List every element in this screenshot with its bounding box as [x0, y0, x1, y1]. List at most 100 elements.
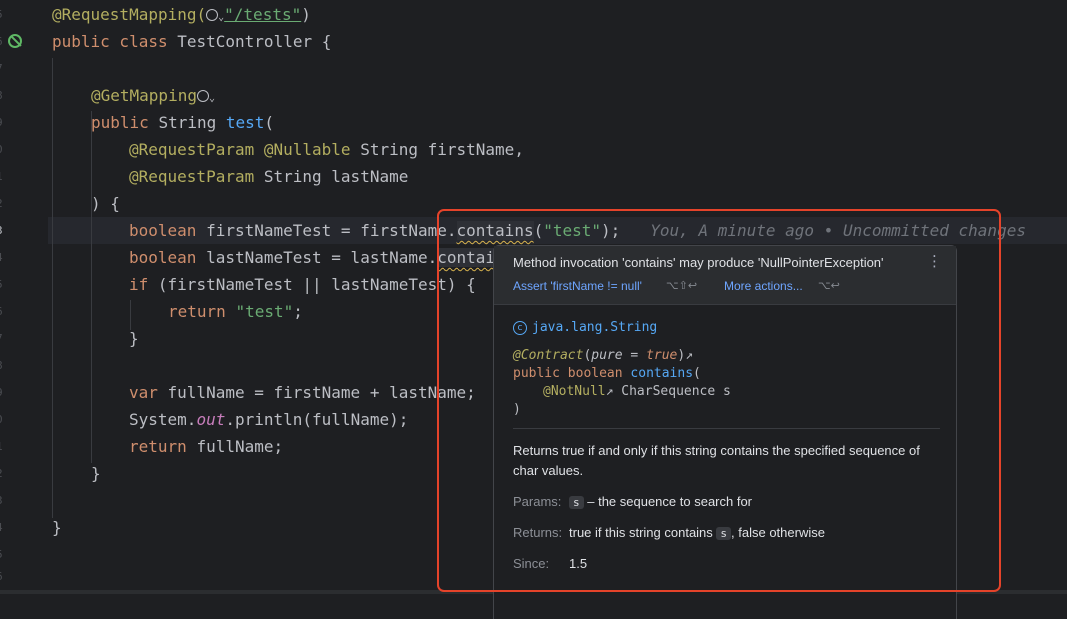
keyword-token: public [513, 366, 568, 381]
line-number: 5 [0, 1, 6, 28]
code-line[interactable]: @RequestParam @Nullable String firstName… [129, 136, 524, 163]
code-token: pure [591, 348, 623, 363]
code-line[interactable]: var fullName = firstName + lastName; [129, 379, 476, 406]
code-line[interactable]: System.out.println(fullName); [129, 406, 408, 433]
annotation-token[interactable]: @Contract [513, 348, 583, 363]
code-token: ( [264, 113, 275, 132]
code-token: ) { [91, 194, 120, 213]
divider [513, 428, 940, 429]
keyword-token: true [646, 348, 678, 363]
code-line[interactable]: return fullName; [129, 433, 283, 460]
code-line[interactable]: if (firstNameTest || lastNameTest) { [129, 271, 476, 298]
line-number: 9 [0, 379, 6, 406]
code-token: } [91, 464, 101, 483]
line-number: 0 [0, 136, 6, 163]
code-token: String lastName [263, 167, 409, 186]
method-name-token: test [225, 113, 265, 132]
code-line[interactable]: ) { [91, 190, 120, 217]
warning-highlight[interactable]: contains [456, 221, 534, 240]
code-token: (firstNameTest || lastNameTest) { [157, 275, 476, 294]
code-token: = [622, 348, 647, 363]
line-number: 3 [0, 487, 6, 514]
code-token: } [129, 329, 139, 348]
line-number-current: 3 [0, 217, 6, 244]
more-options-icon[interactable]: ⋮ [927, 252, 942, 270]
class-icon: c [513, 321, 527, 335]
code-line[interactable]: @GetMapping ⌄ [91, 82, 215, 109]
code-token: TestController { [177, 32, 332, 51]
keyword-token: var [129, 383, 168, 402]
params-text: – the sequence to search for [583, 494, 753, 509]
code-token: CharSequence s [613, 384, 731, 399]
returns-text: true if this string contains [569, 525, 717, 540]
code-token: ( [693, 366, 701, 381]
line-number: 2 [0, 460, 6, 487]
returns-label: Returns: [513, 525, 563, 540]
documentation-body: c java.lang.String @Contract(pure = true… [494, 305, 956, 619]
string-token: "test" [235, 302, 294, 321]
popup-header: Method invocation 'contains' may produce… [494, 246, 956, 305]
since-row: Since: 1.5 [513, 556, 587, 571]
signature-close: ) [513, 402, 521, 417]
code-line[interactable]: public class TestController { [52, 28, 331, 55]
code-token: String firstName, [360, 140, 524, 159]
code-token: lastNameTest = lastName. [206, 248, 438, 267]
code-line[interactable]: } [91, 460, 101, 487]
spring-bean-icon[interactable] [8, 34, 22, 48]
line-number: 8 [0, 82, 6, 109]
line-number: 6 [0, 28, 6, 55]
code-line[interactable]: @RequestParam String lastName [129, 163, 408, 190]
code-line-current[interactable]: boolean firstNameTest = firstName.contai… [129, 217, 1026, 244]
keyword-token: public class [52, 32, 178, 51]
line-number: 1 [0, 163, 6, 190]
code-token: System. [129, 410, 197, 429]
line-number: 4 [0, 244, 6, 271]
external-link-icon[interactable]: ↗ [685, 348, 693, 363]
keyword-token: boolean [129, 248, 207, 267]
url-link[interactable]: "/tests" [224, 5, 301, 24]
code-token: ) [301, 5, 311, 24]
class-name-link[interactable]: java.lang.String [532, 320, 657, 335]
keyword-token: public [91, 113, 159, 132]
line-number: 6 [0, 563, 6, 590]
line-number: 6 [0, 298, 6, 325]
signature-declaration: public boolean contains( [513, 366, 701, 381]
code-line[interactable]: } [129, 325, 139, 352]
warning-highlight[interactable]: contai [437, 248, 496, 267]
indent-guide [52, 58, 53, 518]
code-token: ); [601, 221, 621, 240]
annotation-token: @Nullable [263, 140, 361, 159]
signature-contract: @Contract(pure = true)↗ [513, 348, 693, 363]
code-token: ; [293, 302, 303, 321]
static-field-token: out [196, 410, 226, 429]
code-chip: s [716, 527, 732, 540]
globe-icon[interactable] [196, 90, 209, 102]
git-blame-inlay[interactable]: You, A minute ago • Uncommitted changes [650, 221, 1026, 240]
code-line[interactable]: return "test"; [168, 298, 303, 325]
more-actions-shortcut: ⌥↩ [818, 279, 840, 292]
since-label: Since: [513, 556, 550, 571]
string-token: "test" [543, 221, 602, 240]
code-line[interactable]: } [52, 514, 62, 541]
indent-guide [91, 217, 92, 463]
line-number: 9 [0, 109, 6, 136]
inspection-popup[interactable]: Method invocation 'contains' may produce… [493, 245, 957, 619]
keyword-token: return [129, 437, 197, 456]
chevron-down-icon[interactable]: ⌄ [209, 93, 215, 104]
line-number: 4 [0, 514, 6, 541]
assert-not-null-action[interactable]: Assert 'firstName != null' [513, 279, 642, 293]
globe-icon[interactable] [206, 9, 219, 21]
line-number: 1 [0, 433, 6, 460]
code-token: .println(fullName); [225, 410, 409, 429]
annotation-token: @RequestMapping( [52, 5, 207, 24]
code-line[interactable]: boolean lastNameTest = lastName.contai [129, 244, 496, 271]
line-number: 7 [0, 55, 6, 82]
code-line[interactable]: public String test( [91, 109, 274, 136]
annotation-token[interactable]: @NotNull [543, 384, 606, 399]
code-line[interactable]: @RequestMapping(⌄"/tests") [52, 1, 311, 28]
method-description: Returns true if and only if this string … [513, 443, 920, 478]
more-actions-link[interactable]: More actions... [724, 279, 803, 293]
code-token: fullName; [196, 437, 284, 456]
code-token: firstNameTest = firstName. [206, 221, 457, 240]
annotation-token: @GetMapping [91, 86, 197, 105]
